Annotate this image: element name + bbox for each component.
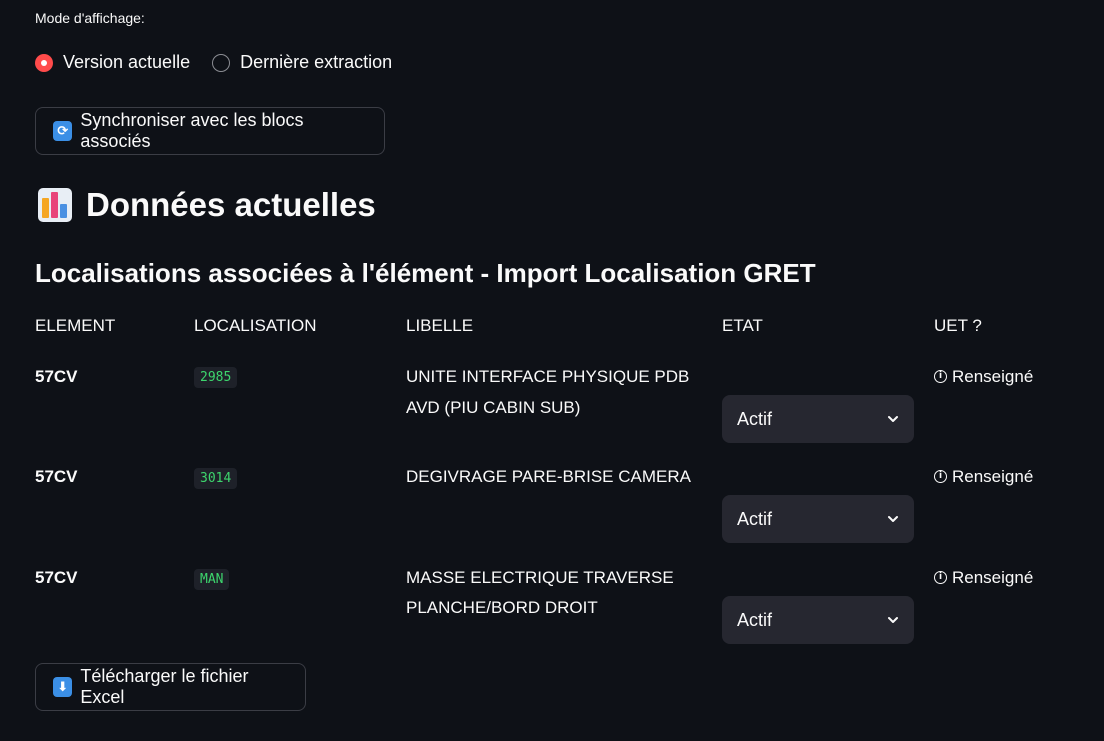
row-localisation-code: 2985	[194, 367, 238, 388]
row-libelle-line2: PLANCHE/BORD DROIT	[406, 598, 598, 617]
row-libelle-line1: UNITE INTERFACE PHYSIQUE PDB	[406, 367, 690, 386]
refresh-icon: ⟳	[53, 121, 73, 141]
column-header-uet: UET ?	[934, 316, 982, 335]
display-mode-radio-group: Version actuelle Dernière extraction	[35, 52, 414, 73]
row-uet-text: Renseigné	[952, 467, 1034, 486]
radio-option-last-extraction[interactable]: Dernière extraction	[212, 52, 392, 73]
row-element: 57CV	[35, 568, 78, 587]
chevron-down-icon	[888, 617, 898, 623]
section-title: Données actuelles	[38, 186, 376, 224]
table-subtitle: Localisations associées à l'élément - Im…	[35, 258, 816, 288]
row-uet-text: Renseigné	[952, 568, 1034, 587]
display-mode-label: Mode d'affichage:	[35, 10, 145, 26]
etat-select-value: Actif	[737, 609, 773, 630]
etat-select[interactable]: Actif	[722, 596, 914, 644]
section-title-text: Données actuelles	[86, 186, 376, 223]
radio-unselected-icon	[212, 53, 231, 72]
etat-select-value: Actif	[737, 508, 773, 529]
etat-select[interactable]: Actif	[722, 395, 914, 443]
down-arrow-icon: ⬇	[53, 677, 73, 697]
chevron-down-icon	[888, 416, 898, 422]
row-uet-status: i Renseigné	[934, 361, 1033, 392]
row-element: 57CV	[35, 467, 78, 486]
download-excel-button-label: Télécharger le fichier Excel	[80, 666, 249, 707]
download-excel-button[interactable]: ⬇ Télécharger le fichier Excel	[35, 663, 306, 711]
radio-label-current-version: Version actuelle	[63, 52, 191, 72]
column-header-libelle: LIBELLE	[406, 316, 474, 335]
info-icon: i	[934, 571, 947, 584]
row-uet-status: i Renseigné	[934, 562, 1033, 593]
row-libelle-line1: MASSE ELECTRIQUE TRAVERSE	[406, 568, 674, 587]
etat-select-value: Actif	[737, 408, 773, 429]
row-localisation-code: MAN	[194, 569, 230, 590]
sync-blocks-button-label: Synchroniser avec les blocs associés	[80, 110, 304, 151]
row-libelle-line2: AVD (PIU CABIN SUB)	[406, 398, 581, 417]
radio-selected-icon	[35, 53, 53, 72]
app-page: Mode d'affichage: Version actuelle Derni…	[0, 0, 1104, 741]
row-uet-status: i Renseigné	[934, 461, 1033, 492]
column-header-localisation: LOCALISATION	[194, 316, 317, 335]
column-header-etat: ETAT	[722, 316, 763, 335]
row-element: 57CV	[35, 367, 78, 386]
chevron-down-icon	[888, 516, 898, 522]
sync-blocks-button[interactable]: ⟳ Synchroniser avec les blocs associés	[35, 107, 385, 155]
radio-option-current-version[interactable]: Version actuelle	[35, 52, 190, 73]
row-libelle-line1: DEGIVRAGE PARE-BRISE CAMERA	[406, 467, 691, 486]
row-localisation-code: 3014	[194, 468, 238, 489]
bar-chart-icon	[38, 188, 72, 222]
radio-label-last-extraction: Dernière extraction	[240, 52, 393, 72]
row-uet-text: Renseigné	[952, 367, 1034, 386]
info-icon: i	[934, 370, 947, 383]
etat-select[interactable]: Actif	[722, 495, 914, 543]
info-icon: i	[934, 470, 947, 483]
column-header-element: ELEMENT	[35, 316, 116, 335]
